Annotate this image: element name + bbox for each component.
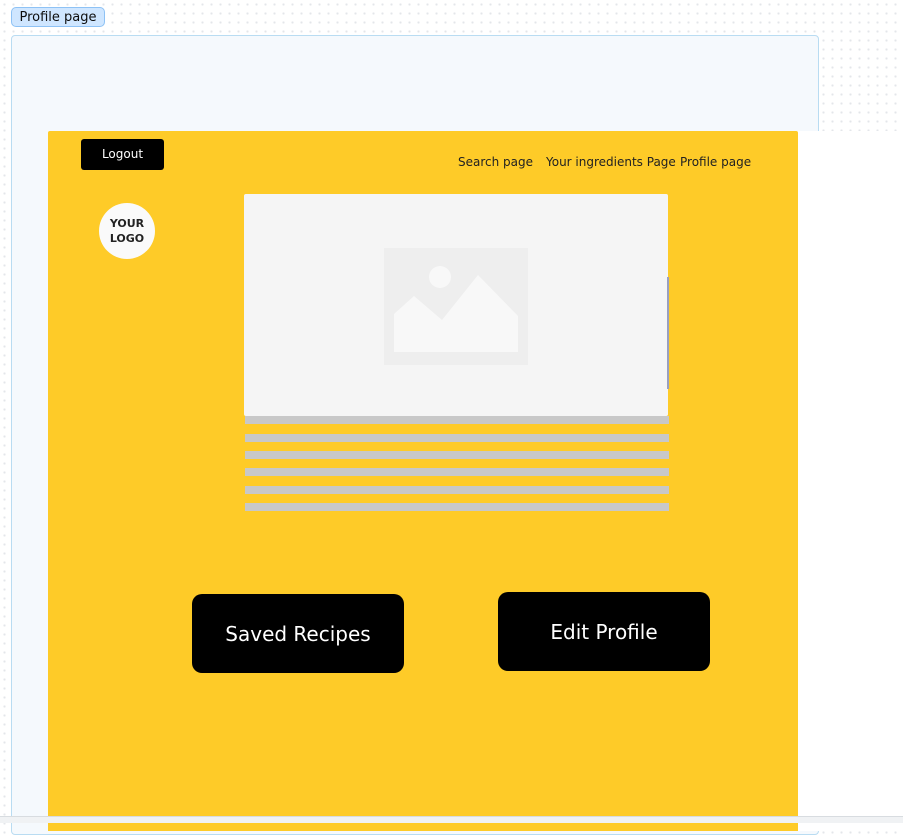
canvas-strip <box>798 131 903 831</box>
text-line-placeholder <box>245 434 669 442</box>
saved-recipes-button[interactable]: Saved Recipes <box>192 594 404 673</box>
logo[interactable]: YOUR LOGO <box>99 203 155 259</box>
text-line-placeholder <box>245 468 669 476</box>
logo-line-1: YOUR <box>109 217 145 230</box>
text-line-placeholder <box>245 503 669 511</box>
text-line-placeholder <box>245 486 669 494</box>
profile-image-placeholder <box>244 194 668 416</box>
nav-profile-page[interactable]: Profile page <box>680 155 751 169</box>
image-card-edge <box>667 277 669 389</box>
logo-line-2: LOGO <box>109 232 145 245</box>
logout-button[interactable]: Logout <box>81 139 164 170</box>
nav-search-page[interactable]: Search page <box>458 155 533 169</box>
profile-page-frame: Logout Search page Your ingredients Page… <box>48 131 798 831</box>
nav-ingredients-page[interactable]: Your ingredients Page <box>546 155 676 169</box>
text-line-placeholder <box>245 451 669 459</box>
image-placeholder-icon <box>384 248 528 365</box>
frame-label[interactable]: Profile page <box>11 7 105 27</box>
text-line-placeholder <box>245 416 669 424</box>
edit-profile-button[interactable]: Edit Profile <box>498 592 710 671</box>
